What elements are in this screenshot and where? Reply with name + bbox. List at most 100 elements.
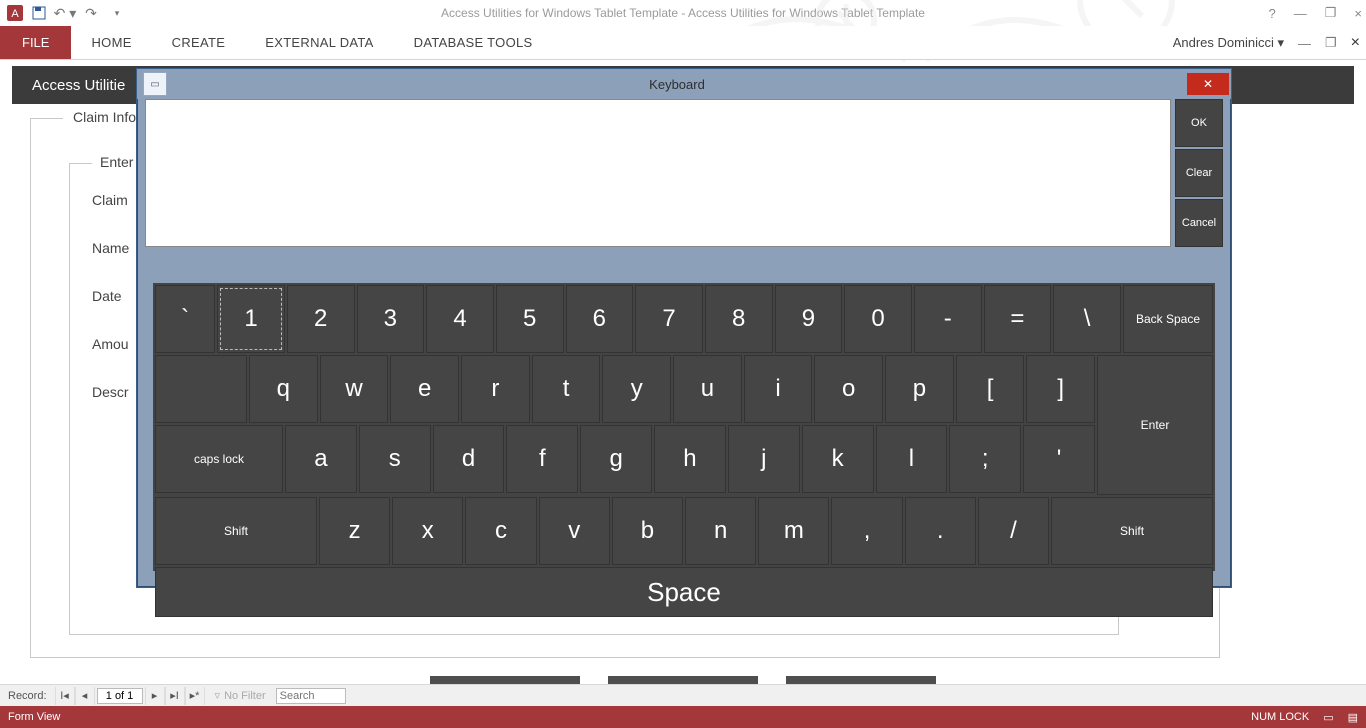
keyboard-ok-button[interactable]: OK [1175, 99, 1223, 147]
key-[interactable]: , [831, 497, 902, 565]
virtual-keyboard: `1234567890-=\Back Space qwertyuiop[] ca… [153, 283, 1215, 571]
key-f[interactable]: f [506, 425, 578, 493]
key-x[interactable]: x [392, 497, 463, 565]
window-close-icon[interactable]: × [1354, 6, 1362, 21]
key-enter[interactable]: Enter [1097, 355, 1213, 495]
key-z[interactable]: z [319, 497, 390, 565]
key-8[interactable]: 8 [705, 285, 773, 353]
key-[interactable]: [ [956, 355, 1025, 423]
undo-icon[interactable]: ↶ ▾ [52, 2, 78, 24]
filter-icon: ▿ [215, 689, 221, 702]
tab-create[interactable]: CREATE [152, 26, 246, 59]
key-2[interactable]: 2 [287, 285, 355, 353]
key-o[interactable]: o [814, 355, 883, 423]
key-u[interactable]: u [673, 355, 742, 423]
key-g[interactable]: g [580, 425, 652, 493]
key-y[interactable]: y [602, 355, 671, 423]
keyboard-cancel-button[interactable]: Cancel [1175, 199, 1223, 247]
key-blank-left-r2[interactable] [155, 355, 247, 423]
key-[interactable]: - [914, 285, 982, 353]
form-view-icon[interactable]: ▭ [1323, 711, 1333, 724]
tab-database-tools[interactable]: DATABASE TOOLS [394, 26, 553, 59]
tab-home[interactable]: HOME [71, 26, 151, 59]
window-minimize-icon[interactable]: — [1294, 6, 1307, 21]
key-c[interactable]: c [465, 497, 536, 565]
key-b[interactable]: b [612, 497, 683, 565]
key-h[interactable]: h [654, 425, 726, 493]
key-e[interactable]: e [390, 355, 459, 423]
key-t[interactable]: t [532, 355, 601, 423]
doc-restore-icon[interactable]: ❐ [1325, 35, 1337, 51]
ribbon-minimize-icon[interactable]: — [1298, 36, 1311, 51]
keyboard-clear-button[interactable]: Clear [1175, 149, 1223, 197]
key-[interactable]: ' [1023, 425, 1095, 493]
last-record-icon[interactable]: ▸I [165, 687, 185, 705]
record-position[interactable] [97, 688, 143, 704]
key-a[interactable]: a [285, 425, 357, 493]
datasheet-view-icon[interactable]: ▤ [1348, 711, 1358, 724]
key-[interactable]: ` [155, 285, 215, 353]
key-i[interactable]: i [744, 355, 813, 423]
key-space[interactable]: Space [155, 567, 1213, 617]
key-k[interactable]: k [802, 425, 874, 493]
prev-record-icon[interactable]: ◂ [75, 687, 95, 705]
first-record-icon[interactable]: I◂ [55, 687, 75, 705]
key-p[interactable]: p [885, 355, 954, 423]
key-l[interactable]: l [876, 425, 948, 493]
key-4[interactable]: 4 [426, 285, 494, 353]
key-1[interactable]: 1 [217, 285, 285, 353]
file-tab[interactable]: FILE [0, 26, 71, 59]
doc-close-icon[interactable]: × [1351, 34, 1360, 52]
keyboard-close-icon[interactable]: ✕ [1187, 73, 1229, 95]
svg-text:A: A [11, 8, 19, 20]
key-0[interactable]: 0 [844, 285, 912, 353]
redo-icon[interactable]: ↷ [78, 2, 104, 24]
key-9[interactable]: 9 [775, 285, 843, 353]
keyboard-dialog: ▭ Keyboard ✕ OK Clear Cancel `1234567890… [136, 68, 1232, 588]
key-d[interactable]: d [433, 425, 505, 493]
key-m[interactable]: m [758, 497, 829, 565]
key-3[interactable]: 3 [357, 285, 425, 353]
form-icon: ▭ [143, 72, 167, 96]
key-w[interactable]: w [320, 355, 389, 423]
label-date: Date [92, 288, 122, 304]
key-[interactable]: ] [1026, 355, 1095, 423]
tab-external-data[interactable]: EXTERNAL DATA [245, 26, 393, 59]
key-r[interactable]: r [461, 355, 530, 423]
key-s[interactable]: s [359, 425, 431, 493]
title-bar: A ↶ ▾ ↷ ▾ Access Utilities for Windows T… [0, 0, 1366, 26]
keyboard-titlebar[interactable]: ▭ Keyboard ✕ [137, 69, 1231, 99]
keyboard-text-input[interactable] [145, 99, 1171, 247]
user-name[interactable]: Andres Dominicci ▾ [1173, 35, 1284, 51]
key-j[interactable]: j [728, 425, 800, 493]
key-[interactable]: \ [1053, 285, 1121, 353]
key-5[interactable]: 5 [496, 285, 564, 353]
key-[interactable]: . [905, 497, 976, 565]
key-n[interactable]: n [685, 497, 756, 565]
tab-claim-info[interactable]: Claim Info [63, 109, 146, 125]
window-restore-icon[interactable]: ❐ [1325, 5, 1337, 21]
key-[interactable]: = [984, 285, 1052, 353]
fieldset-legend: Enter [92, 154, 141, 170]
key-v[interactable]: v [539, 497, 610, 565]
key-q[interactable]: q [249, 355, 318, 423]
key-shift-left[interactable]: Shift [155, 497, 317, 565]
save-icon[interactable] [26, 2, 52, 24]
key-backspace[interactable]: Back Space [1123, 285, 1213, 353]
status-bar: Form View NUM LOCK ▭ ▤ [0, 706, 1366, 728]
next-record-icon[interactable]: ▸ [145, 687, 165, 705]
label-amount: Amou [92, 336, 129, 352]
key-6[interactable]: 6 [566, 285, 634, 353]
help-icon[interactable]: ? [1269, 6, 1276, 21]
record-search-input[interactable] [276, 688, 346, 704]
key-[interactable]: ; [949, 425, 1021, 493]
no-filter-indicator[interactable]: ▿ No Filter [215, 689, 266, 702]
label-description: Descr [92, 384, 129, 400]
key-shift-right[interactable]: Shift [1051, 497, 1213, 565]
qat-customize-icon[interactable]: ▾ [104, 2, 130, 24]
keyboard-title: Keyboard [167, 77, 1187, 92]
key-capslock[interactable]: caps lock [155, 425, 283, 493]
key-[interactable]: / [978, 497, 1049, 565]
key-7[interactable]: 7 [635, 285, 703, 353]
new-record-icon[interactable]: ▸* [185, 687, 205, 705]
